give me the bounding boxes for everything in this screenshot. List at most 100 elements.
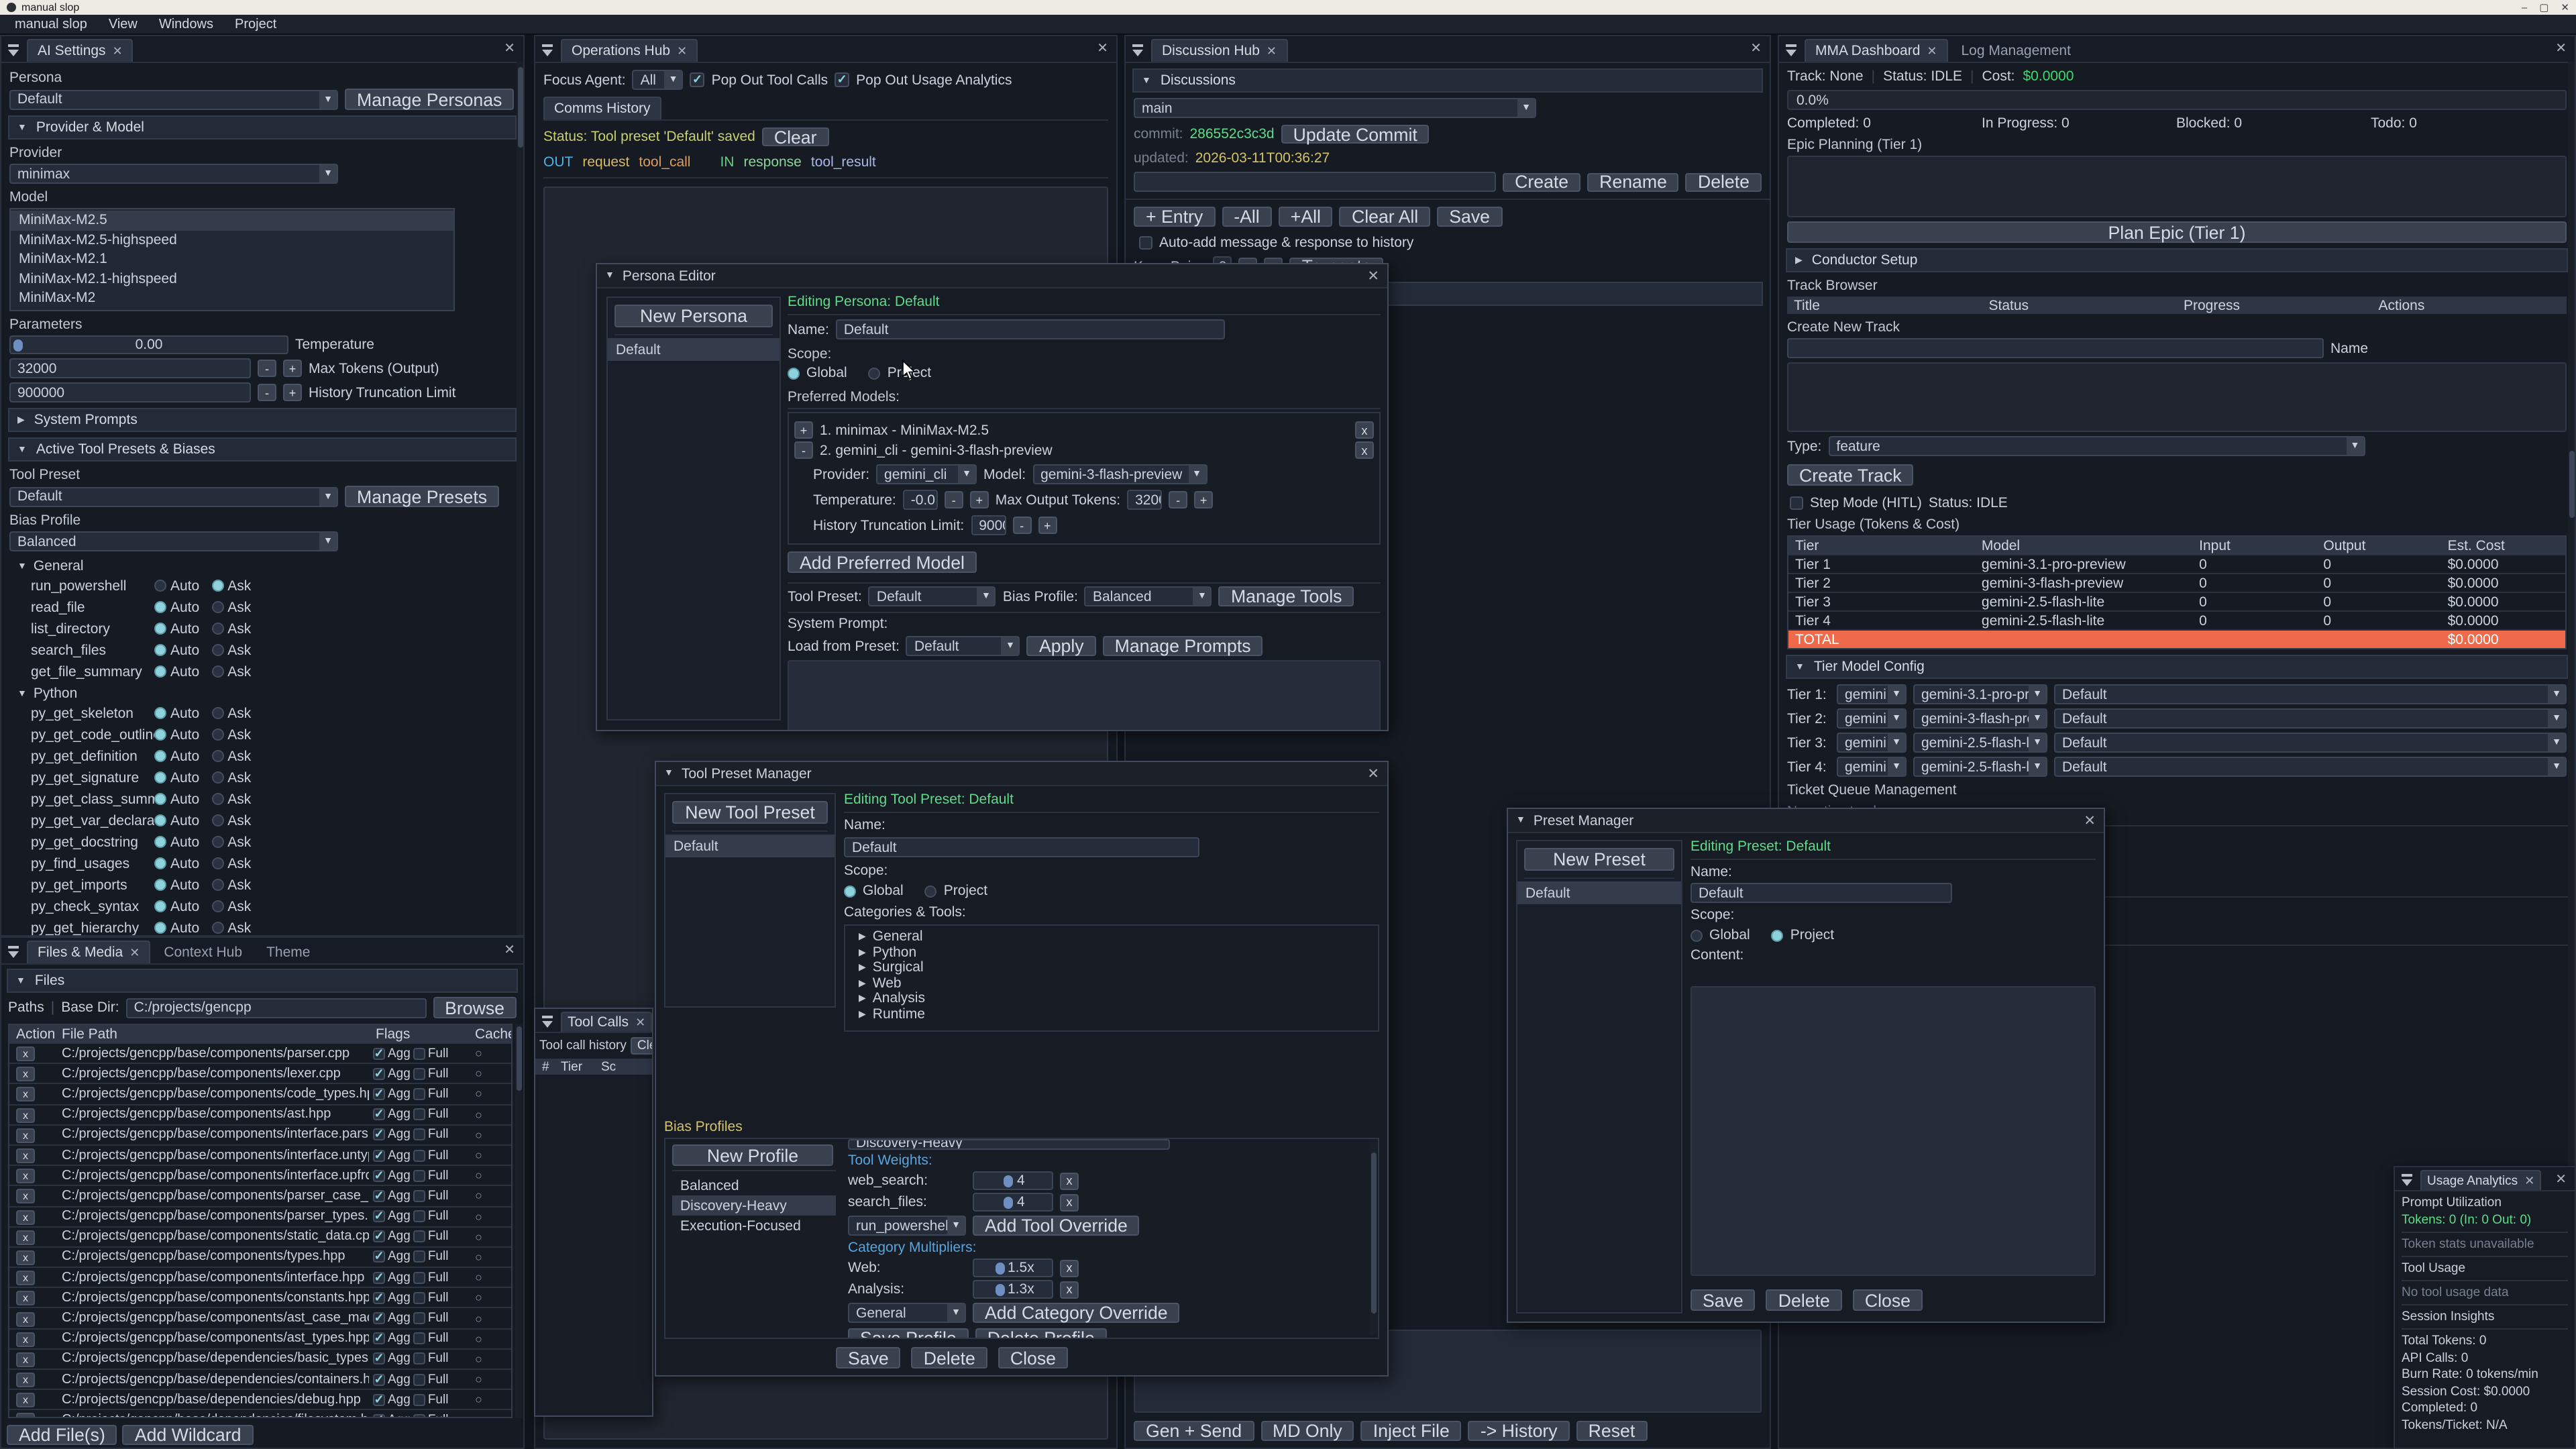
tab-close-icon[interactable]: ✕ <box>129 945 140 960</box>
model-option[interactable]: MiniMax-M2.5 <box>11 211 453 230</box>
full-checkbox[interactable] <box>413 1129 425 1141</box>
apply-button[interactable]: Apply <box>1027 636 1096 656</box>
full-checkbox[interactable] <box>413 1251 425 1263</box>
bias-profile-select[interactable]: Balanced ▼ <box>1085 586 1212 606</box>
increment-button[interactable]: + <box>970 491 989 508</box>
add-tool-override-button[interactable]: Add Tool Override <box>973 1216 1140 1236</box>
tier-preset-select[interactable]: Default ▼ <box>2054 684 2567 704</box>
preset-manager-titlebar[interactable]: ▼ Preset Manager ✕ <box>1508 809 2104 833</box>
agg-checkbox[interactable] <box>373 1292 385 1304</box>
tier-model-select[interactable]: gemini-2.5-flash-lite ▼ <box>1913 733 2047 753</box>
agg-checkbox[interactable] <box>373 1088 385 1100</box>
browse-button[interactable]: Browse <box>433 997 517 1018</box>
auto-radio[interactable] <box>154 707 166 719</box>
close-icon[interactable]: ✕ <box>1367 765 1379 782</box>
manage-personas-button[interactable]: Manage Personas <box>345 89 514 110</box>
save-button[interactable]: Save <box>836 1347 901 1368</box>
panel-menu-icon[interactable] <box>1784 43 1799 58</box>
tier-provider-select[interactable]: gemini ▼ <box>1837 733 1907 753</box>
tab-context-hub[interactable]: Context Hub <box>153 941 253 963</box>
agg-checkbox[interactable] <box>373 1108 385 1120</box>
maximize-icon[interactable]: ▢ <box>2539 1 2548 13</box>
full-checkbox[interactable] <box>413 1149 425 1161</box>
agg-checkbox[interactable] <box>373 1312 385 1324</box>
remove-file-button[interactable]: x <box>16 1148 35 1163</box>
send-action-button[interactable]: Gen + Send <box>1134 1421 1254 1441</box>
panel-close-icon[interactable]: ✕ <box>1097 42 1108 56</box>
full-checkbox[interactable] <box>413 1292 425 1304</box>
remove-file-button[interactable]: x <box>16 1189 35 1204</box>
category-tree-item[interactable]: ▶ Analysis <box>859 991 1378 1006</box>
pop-out-tool-calls-checkbox[interactable] <box>690 72 705 87</box>
send-action-button[interactable]: MD Only <box>1260 1421 1354 1441</box>
scope-project-radio[interactable] <box>869 367 881 379</box>
provider-select[interactable]: gemini_cli ▼ <box>876 464 977 484</box>
tab-tool-calls[interactable]: Tool Calls✕ <box>561 1012 652 1032</box>
send-action-button[interactable]: -> History <box>1468 1421 1570 1441</box>
panel-menu-icon[interactable] <box>7 945 21 959</box>
agg-checkbox[interactable] <box>373 1353 385 1365</box>
category-general[interactable]: ▼General <box>17 558 515 574</box>
auto-radio[interactable] <box>154 644 166 656</box>
full-checkbox[interactable] <box>413 1088 425 1100</box>
max-tokens-input[interactable]: 32000 <box>9 358 251 378</box>
create-discussion-button[interactable]: Create <box>1503 172 1580 191</box>
full-checkbox[interactable] <box>413 1373 425 1385</box>
profile-list-item[interactable]: Execution-Focused <box>672 1216 836 1236</box>
remove-file-button[interactable]: x <box>16 1067 35 1082</box>
files-header[interactable]: ▼ Files <box>7 969 518 993</box>
slider-handle[interactable] <box>1004 1175 1013 1187</box>
increment-button[interactable]: + <box>283 384 302 401</box>
tier-provider-select[interactable]: gemini ▼ <box>1837 757 1907 777</box>
auto-radio[interactable] <box>154 900 166 912</box>
category-tree-item[interactable]: ▶ Runtime <box>859 1007 1378 1021</box>
decrement-button[interactable]: - <box>1169 491 1187 508</box>
close-icon[interactable]: ✕ <box>2561 1 2569 13</box>
conductor-setup-header[interactable]: ▶ Conductor Setup <box>1786 248 2568 272</box>
ask-radio[interactable] <box>211 580 223 592</box>
discussions-header[interactable]: ▼ Discussions <box>1132 68 1763 93</box>
send-action-button[interactable]: Inject File <box>1361 1421 1462 1441</box>
save-profile-button[interactable]: Save Profile <box>848 1328 969 1339</box>
scope-global-radio[interactable] <box>788 367 800 379</box>
track-type-select[interactable]: feature ▼ <box>1828 436 2365 456</box>
auto-radio[interactable] <box>154 771 166 784</box>
scope-project-radio[interactable] <box>925 885 937 897</box>
max-output-input[interactable]: 32000 <box>1127 490 1162 510</box>
ask-radio[interactable] <box>211 623 223 635</box>
agg-checkbox[interactable] <box>373 1047 385 1059</box>
panel-menu-icon[interactable] <box>2400 1173 2415 1187</box>
tool-preset-manager-titlebar[interactable]: ▼ Tool Preset Manager ✕ <box>656 762 1387 786</box>
add-wildcard-button[interactable]: Add Wildcard <box>123 1425 254 1445</box>
remove-file-button[interactable]: x <box>16 1352 35 1367</box>
agg-checkbox[interactable] <box>373 1149 385 1161</box>
full-checkbox[interactable] <box>413 1353 425 1365</box>
tab-files-media[interactable]: Files & Media✕ <box>27 941 150 963</box>
delete-profile-button[interactable]: Delete Profile <box>975 1328 1107 1339</box>
multiplier-slider[interactable]: 1.5x <box>973 1258 1053 1277</box>
increment-button[interactable]: + <box>1194 491 1213 508</box>
close-icon[interactable]: ✕ <box>2084 812 2096 828</box>
agg-checkbox[interactable] <box>373 1414 385 1418</box>
bias-profiles-scrollbar[interactable] <box>1370 1142 1377 1335</box>
panel-menu-icon[interactable] <box>541 1014 555 1029</box>
full-checkbox[interactable] <box>413 1190 425 1202</box>
profile-list-item[interactable]: Discovery-Heavy <box>672 1195 836 1216</box>
temperature-input[interactable]: -0.0 <box>903 490 938 510</box>
delete-discussion-button[interactable]: Delete <box>1686 172 1762 191</box>
history-limit-input[interactable]: 900000 <box>971 515 1006 535</box>
full-checkbox[interactable] <box>413 1271 425 1283</box>
decrement-button[interactable]: - <box>258 360 276 377</box>
panel-menu-icon[interactable] <box>541 43 555 58</box>
tab-operations-hub[interactable]: Operations Hub✕ <box>561 39 698 62</box>
tier-preset-select[interactable]: Default ▼ <box>2054 757 2567 777</box>
base-dir-input[interactable]: C:/projects/gencpp <box>126 998 427 1018</box>
category-tree-item[interactable]: ▶ Python <box>859 945 1378 959</box>
remove-multiplier-button[interactable]: x <box>1060 1259 1079 1277</box>
panel-menu-icon[interactable] <box>1131 43 1146 58</box>
tab-close-icon[interactable]: ✕ <box>113 44 123 58</box>
scope-project-radio[interactable] <box>1772 929 1784 941</box>
remove-file-button[interactable]: x <box>16 1311 35 1326</box>
auto-radio[interactable] <box>154 623 166 635</box>
provider-model-header[interactable]: ▼ Provider & Model <box>8 115 517 140</box>
